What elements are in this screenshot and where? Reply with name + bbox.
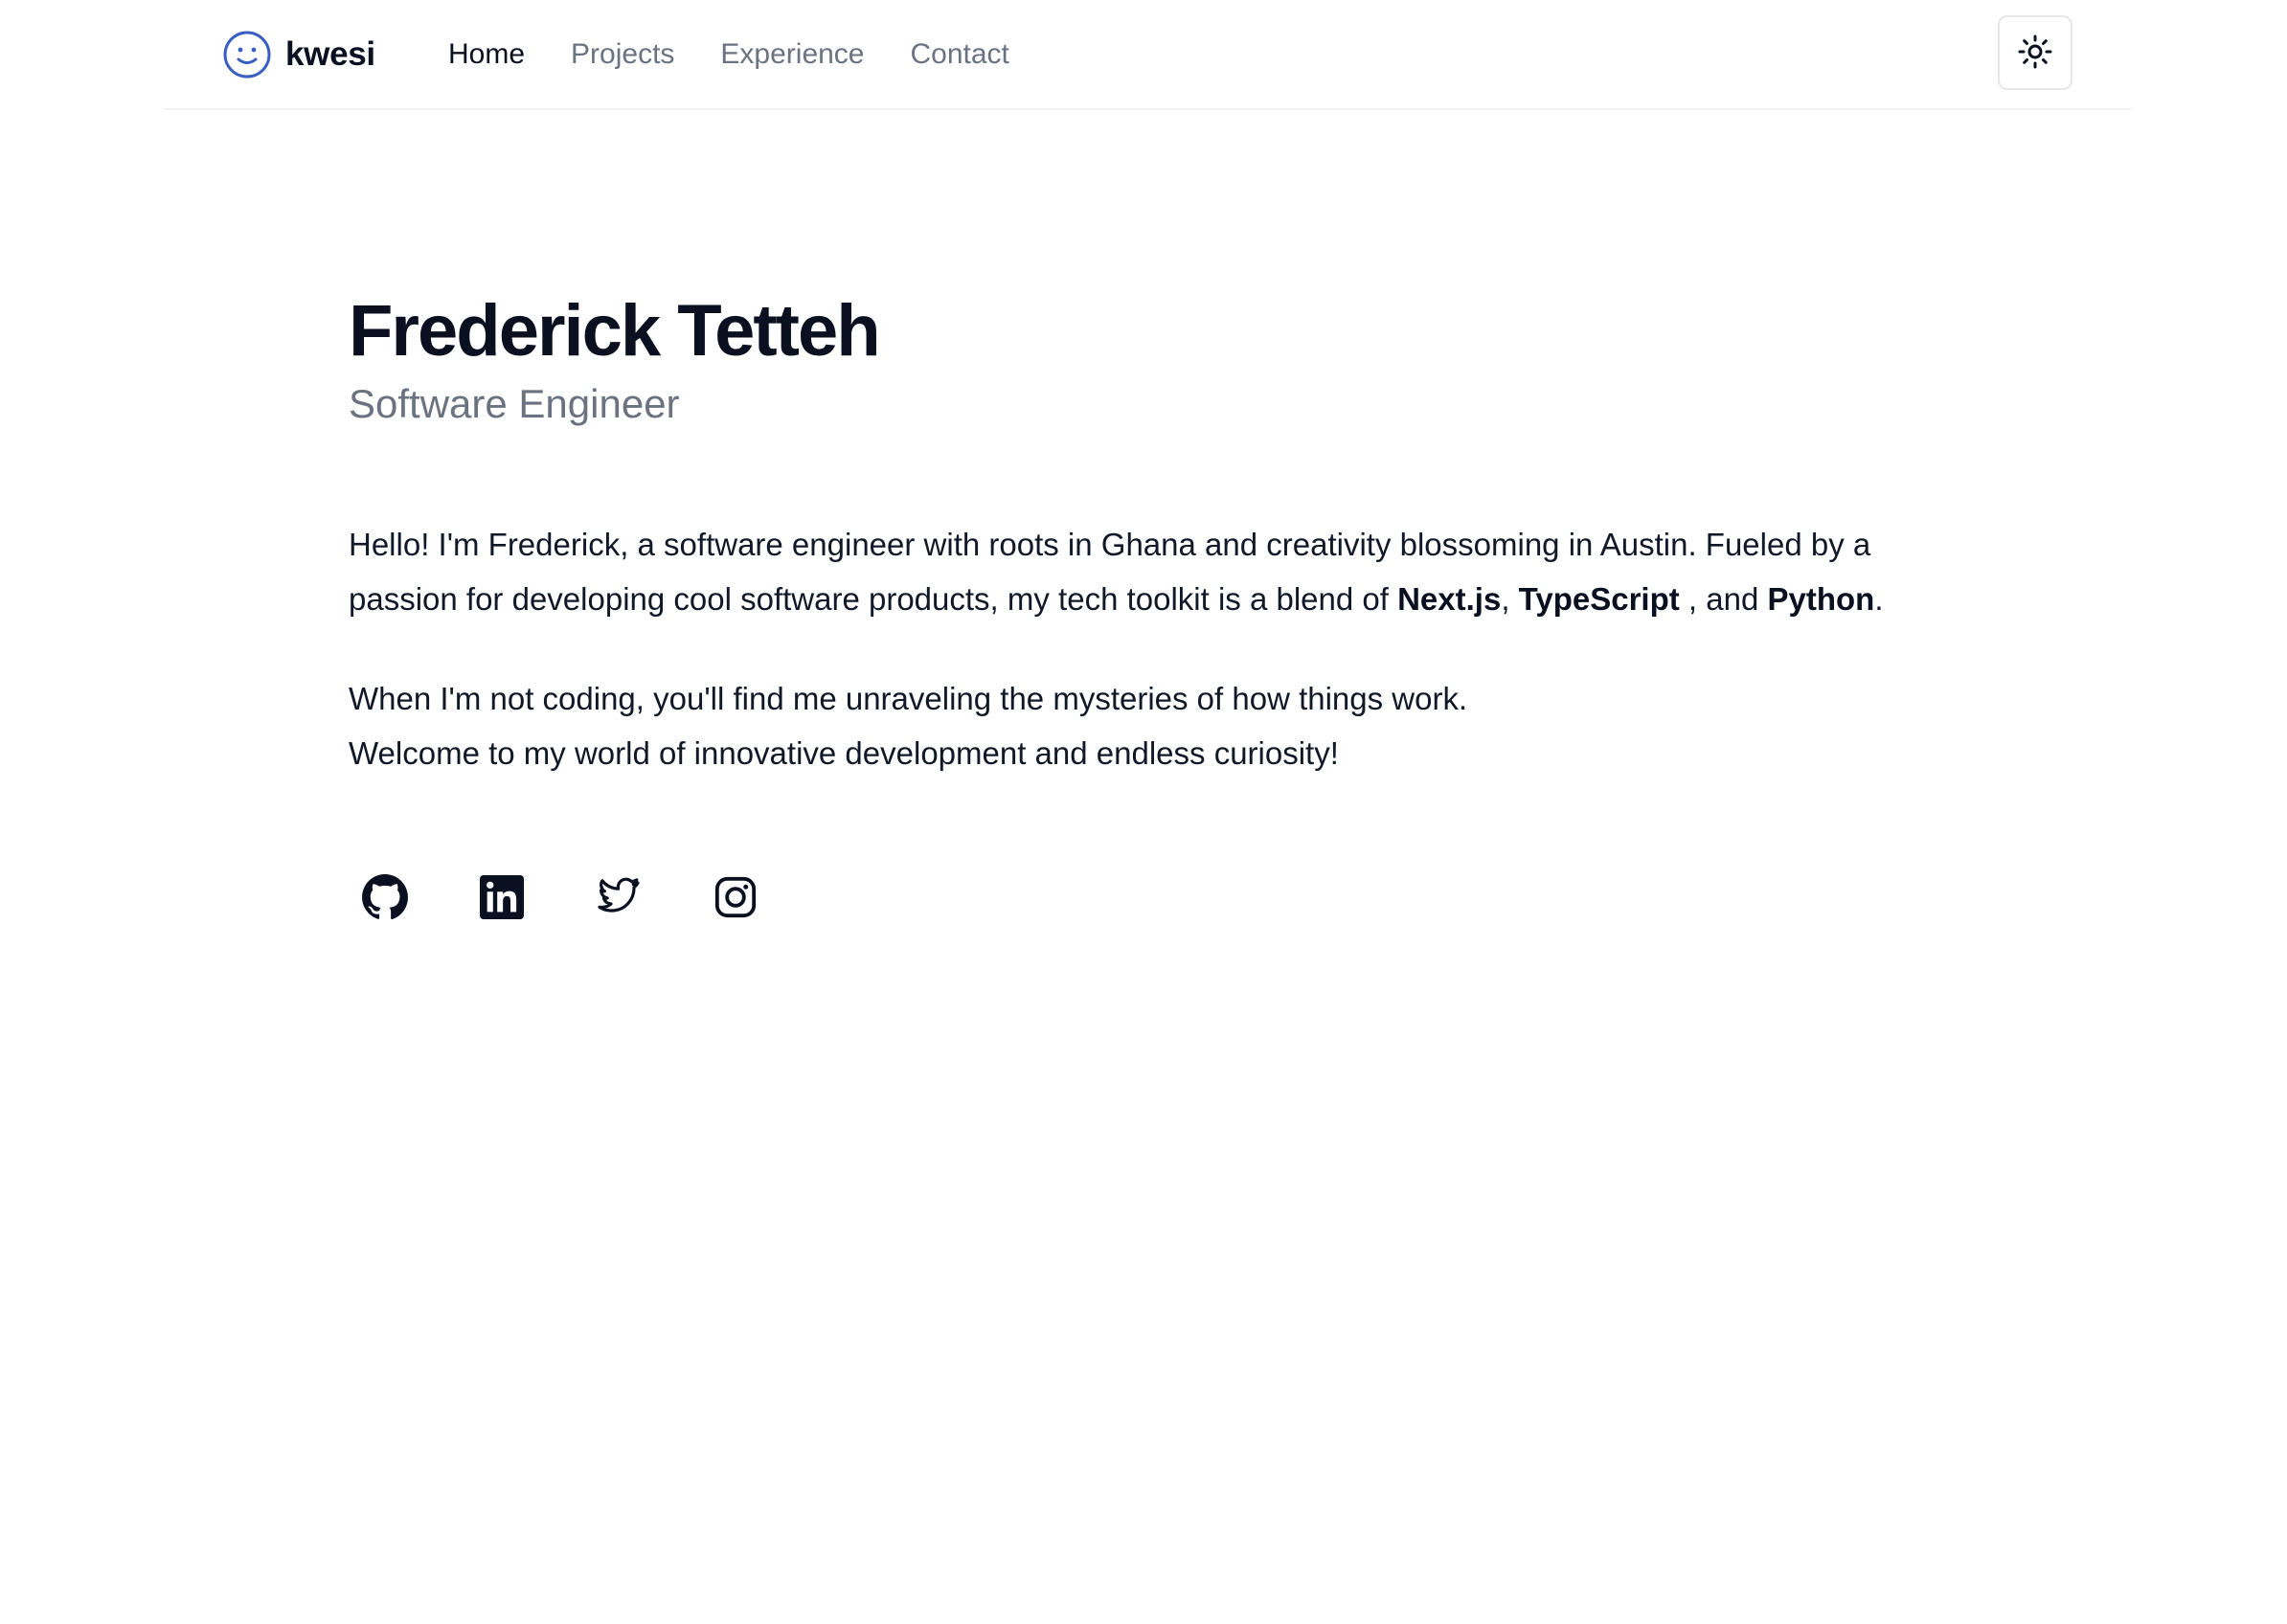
hero-section: Frederick Tetteh Software Engineer Hello…	[349, 287, 1996, 926]
curiosity-paragraph: When I'm not coding, you'll find me unra…	[349, 681, 1468, 771]
job-title: Software Engineer	[349, 381, 680, 426]
nav-link-experience[interactable]: Experience	[720, 32, 864, 78]
intro-paragraph: Hello! I'm Frederick, a software enginee…	[349, 517, 1977, 626]
theme-toggle-button[interactable]	[1998, 15, 2072, 90]
instagram-link[interactable]	[709, 872, 762, 926]
brand-name: kwesi	[285, 35, 375, 73]
sun-icon	[2017, 34, 2053, 73]
twitter-icon	[596, 874, 642, 925]
linkedin-icon	[480, 874, 524, 924]
nav-link-projects[interactable]: Projects	[571, 32, 674, 78]
site-header: kwesi Home Projects Experience Contact	[165, 0, 2132, 110]
linkedin-link[interactable]	[475, 872, 529, 926]
page-title: Frederick Tetteh	[349, 290, 881, 372]
tech-python: Python	[1767, 581, 1875, 617]
nav-link-contact[interactable]: Contact	[911, 32, 1009, 78]
github-link[interactable]	[358, 872, 412, 926]
separator: ,	[1501, 581, 1519, 617]
github-icon	[361, 873, 409, 926]
tech-nextjs: Next.js	[1397, 581, 1502, 617]
main-nav: Home Projects Experience Contact	[448, 32, 1055, 78]
nav-link-home[interactable]: Home	[448, 32, 525, 78]
social-links	[349, 872, 1996, 926]
brand-link[interactable]: kwesi	[222, 29, 375, 80]
twitter-link[interactable]	[592, 872, 645, 926]
tech-typescript: TypeScript	[1518, 581, 1680, 617]
separator: , and	[1679, 581, 1768, 617]
smiley-face-icon	[222, 30, 272, 79]
period: .	[1874, 581, 1884, 617]
instagram-icon	[713, 875, 758, 924]
